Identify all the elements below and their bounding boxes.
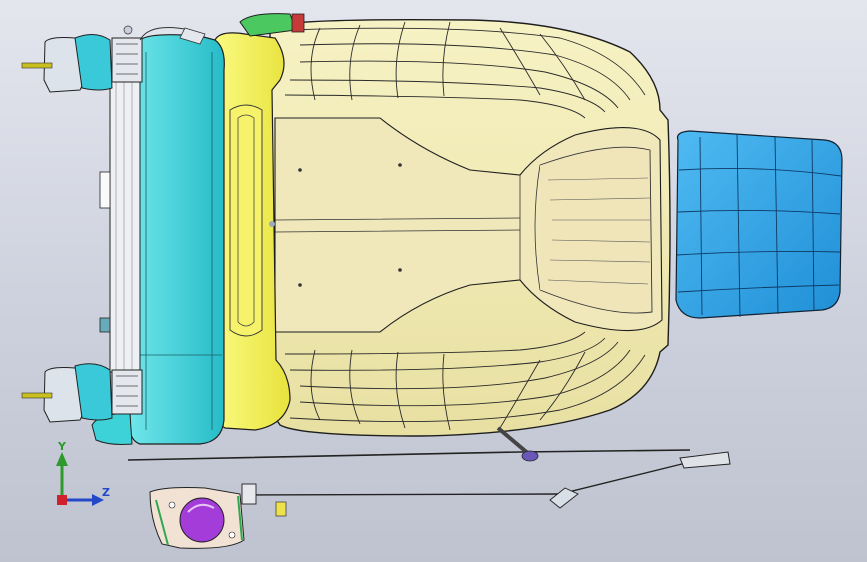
recliner-bottom[interactable]	[21, 363, 143, 423]
triad-z-label: Z	[102, 486, 110, 499]
headrest[interactable]	[675, 130, 843, 319]
seat-front-panel[interactable]	[539, 146, 653, 314]
seat-cushion[interactable]	[269, 18, 671, 437]
motor-actuator[interactable]	[149, 487, 245, 549]
seat-assembly-model[interactable]	[0, 0, 867, 562]
rear-cover[interactable]	[99, 71, 141, 373]
coordinate-triad	[56, 452, 104, 506]
cad-viewport[interactable]: Y Z	[0, 0, 867, 562]
x-axis	[57, 495, 67, 505]
triad-y-label: Y	[58, 440, 66, 453]
